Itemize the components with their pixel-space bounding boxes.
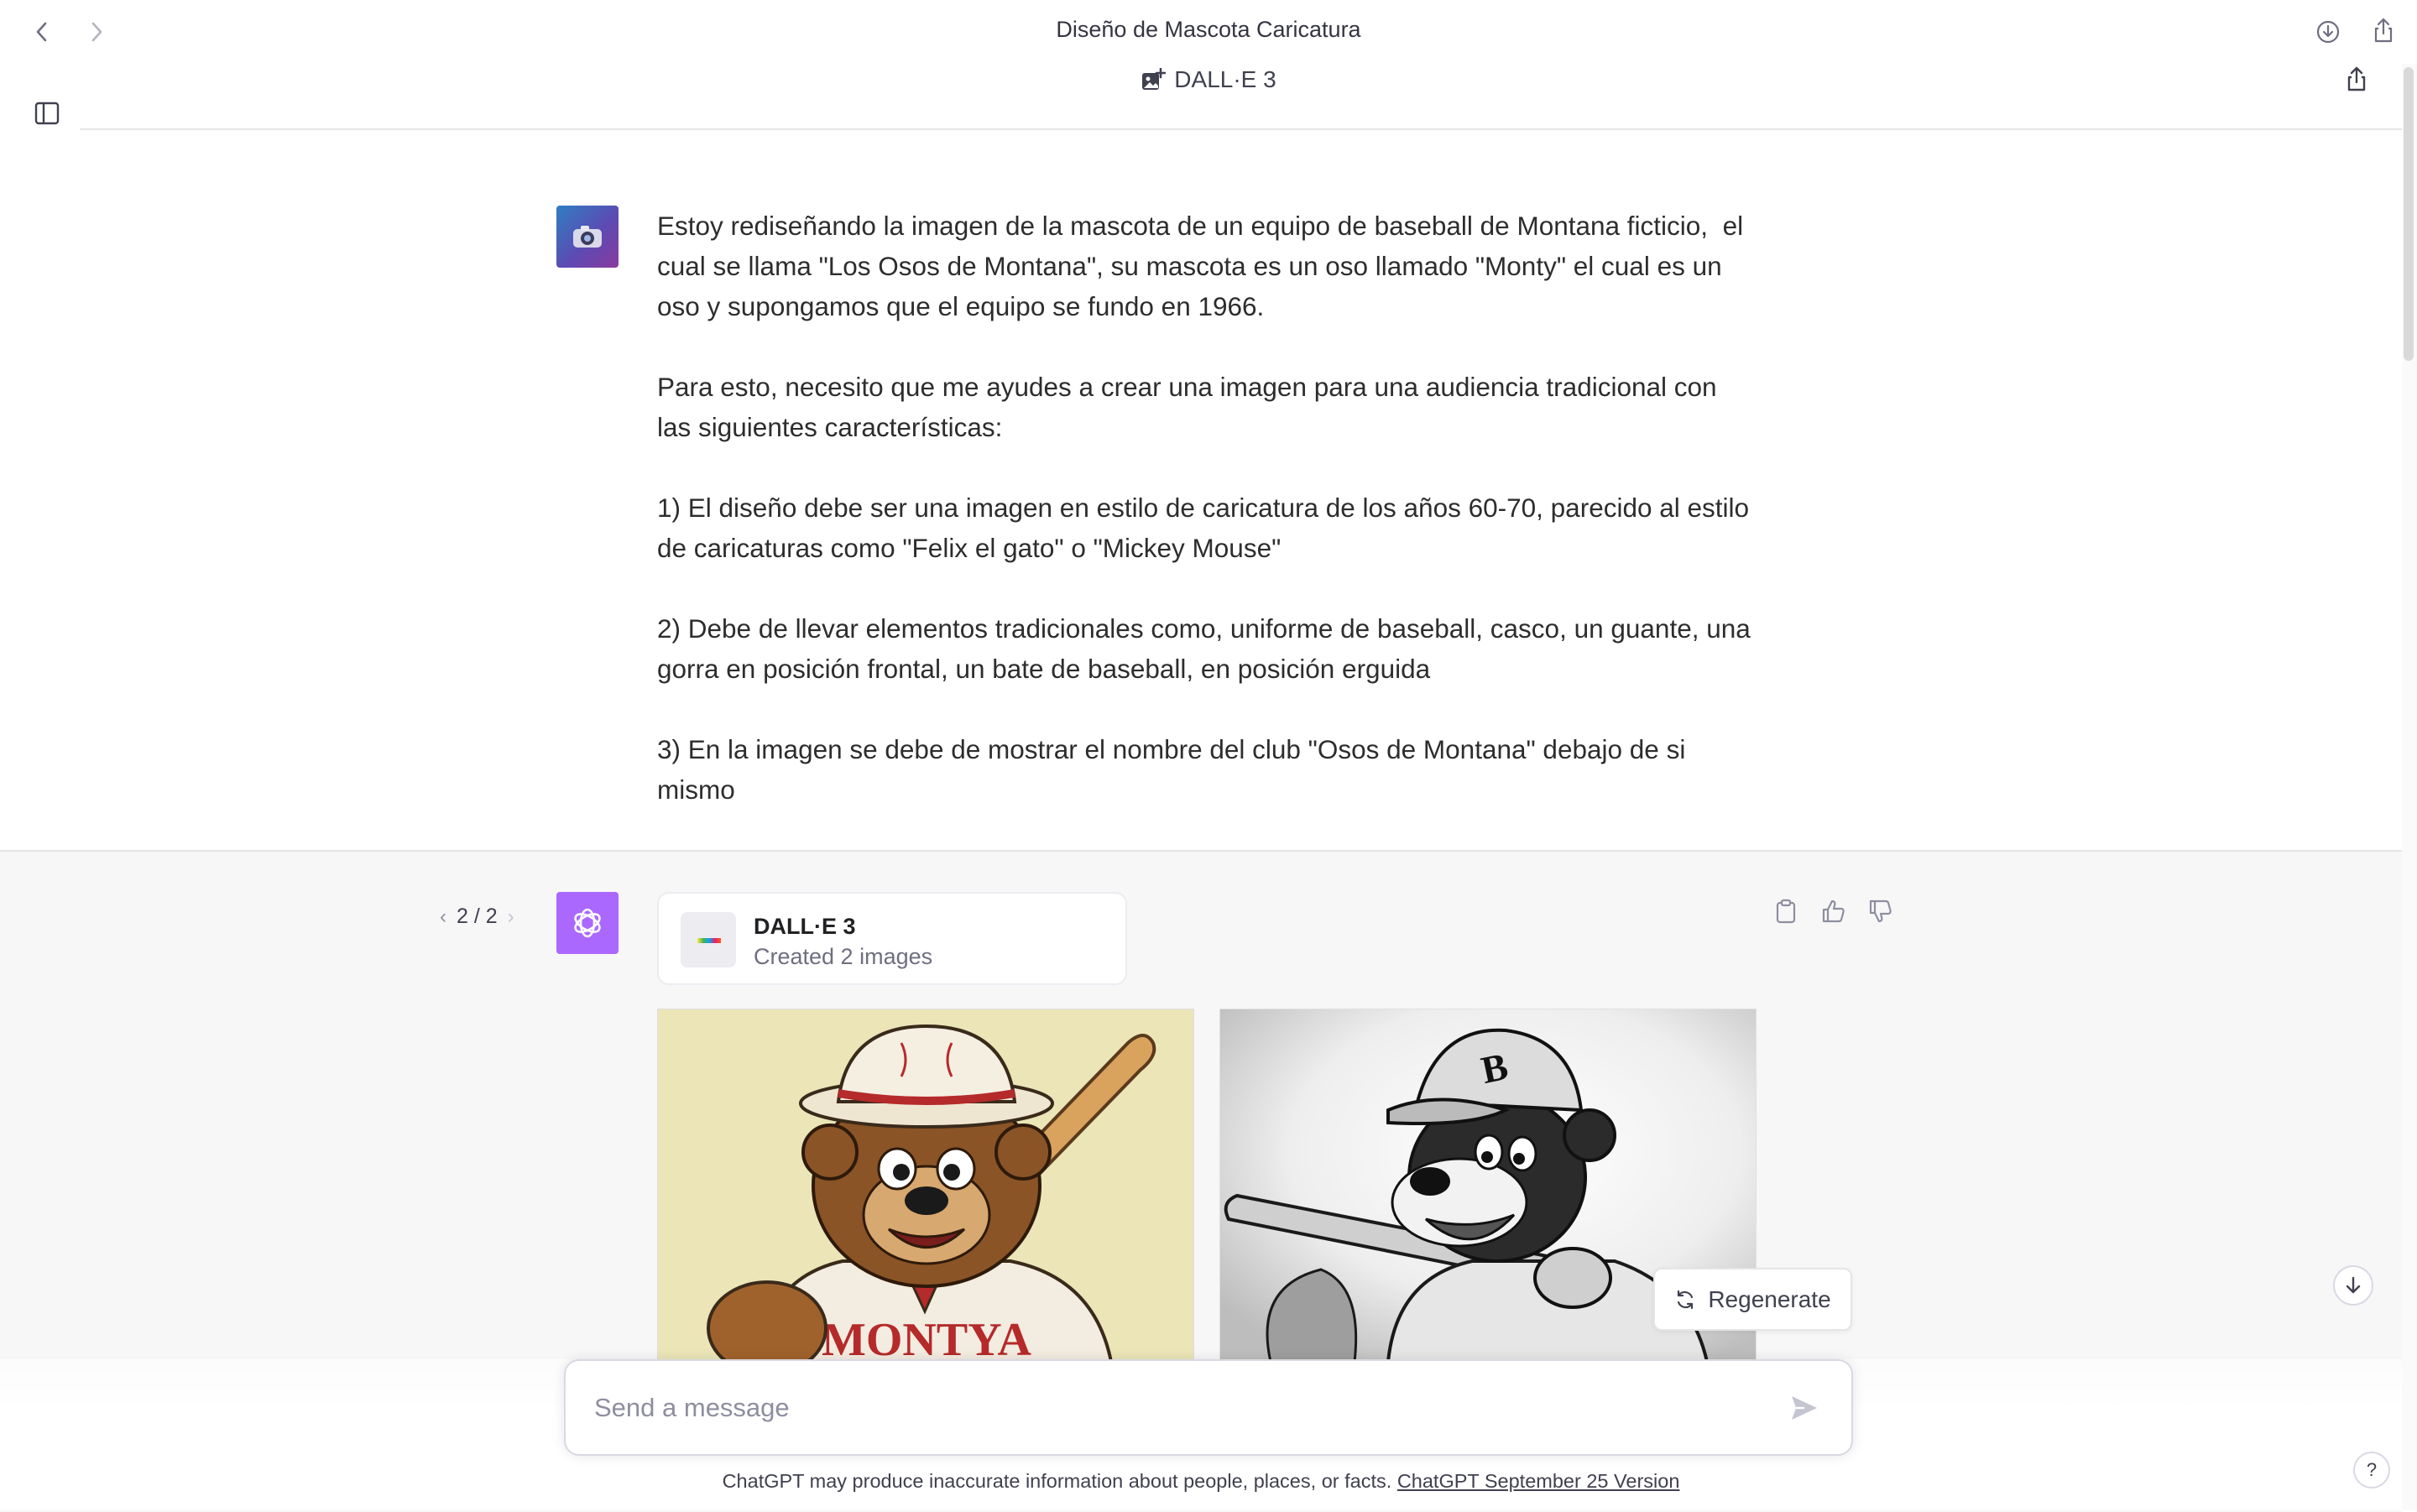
- message-composer: [564, 1359, 1853, 1456]
- generated-image-1[interactable]: MONTYA: [657, 1009, 1194, 1363]
- scroll-to-bottom-button[interactable]: [2333, 1265, 2373, 1306]
- model-name: DALL·E 3: [1174, 66, 1276, 92]
- user-paragraph: 3) En la imagen se debe de mostrar el no…: [657, 734, 1694, 805]
- download-button[interactable]: [2311, 15, 2345, 49]
- footer-disclaimer: ChatGPT may produce inaccurate informati…: [0, 1470, 2402, 1493]
- copy-button[interactable]: [1771, 896, 1801, 926]
- user-paragraph: 1) El diseño debe ser una imagen en esti…: [657, 493, 1757, 563]
- pager-label: 2 / 2: [457, 905, 498, 928]
- sidebar-toggle-icon: [34, 102, 60, 125]
- scrollbar-thumb[interactable]: [2404, 67, 2414, 361]
- bear-mascot-color-illustration: MONTYA: [658, 1009, 1193, 1362]
- clipboard-icon: [1776, 899, 1796, 924]
- jersey-text: MONTYA: [822, 1314, 1032, 1362]
- window-titlebar: Diseño de Mascota Caricatura: [0, 0, 2417, 64]
- sidebar-toggle-button[interactable]: [30, 96, 64, 130]
- feedback-actions: [1771, 896, 1895, 926]
- previous-response-button[interactable]: ‹: [440, 905, 446, 929]
- regenerate-button[interactable]: Regenerate: [1653, 1268, 1852, 1331]
- user-paragraph: Para esto, necesito que me ayudes a crea…: [657, 372, 1725, 442]
- assistant-avatar: [556, 892, 619, 954]
- image-edit-icon: [1142, 68, 1167, 90]
- camera-icon: [573, 226, 602, 248]
- arrow-down-icon: [2346, 1276, 2361, 1294]
- response-pager: ‹ 2 / 2 ›: [440, 905, 514, 929]
- window-share-button[interactable]: [2367, 13, 2400, 47]
- download-icon: [2316, 20, 2340, 44]
- regenerate-label: Regenerate: [1708, 1285, 1831, 1312]
- user-avatar: [556, 206, 619, 268]
- tool-name: DALL·E 3: [754, 914, 856, 939]
- refresh-icon: [1678, 1290, 1694, 1309]
- share-icon: [2374, 18, 2393, 43]
- next-response-button[interactable]: ›: [508, 905, 514, 929]
- user-paragraph: 2) Debe de llevar elementos tradicionale…: [657, 613, 1758, 684]
- thumbs-up-icon: [1822, 899, 1845, 923]
- openai-logo-icon: [574, 908, 601, 938]
- window-title: Diseño de Mascota Caricatura: [1056, 17, 1361, 42]
- help-button[interactable]: ?: [2353, 1452, 2390, 1489]
- share-icon: [2347, 66, 2366, 91]
- version-link[interactable]: ChatGPT September 25 Version: [1397, 1470, 1680, 1492]
- help-label: ?: [2366, 1459, 2378, 1480]
- thumbs-up-button[interactable]: [1818, 896, 1848, 926]
- disclaimer-text: ChatGPT may produce inaccurate informati…: [722, 1470, 1392, 1492]
- model-label[interactable]: DALL·E 3: [0, 63, 2417, 96]
- user-message-text: Estoy rediseñando la imagen de la mascot…: [657, 206, 1757, 810]
- tool-subtitle: Created 2 images: [754, 944, 933, 969]
- share-chat-button[interactable]: [2340, 62, 2373, 96]
- dalle-tool-card[interactable]: DALL·E 3 Created 2 images: [657, 892, 1127, 985]
- send-button[interactable]: [1783, 1386, 1826, 1430]
- thumbs-down-icon: [1869, 899, 1892, 923]
- dalle-thumbnail: [681, 912, 736, 967]
- send-icon: [1792, 1396, 1817, 1420]
- user-paragraph: Estoy rediseñando la imagen de la mascot…: [657, 211, 1751, 321]
- message-input[interactable]: [593, 1386, 1754, 1430]
- thumbs-down-button[interactable]: [1865, 896, 1895, 926]
